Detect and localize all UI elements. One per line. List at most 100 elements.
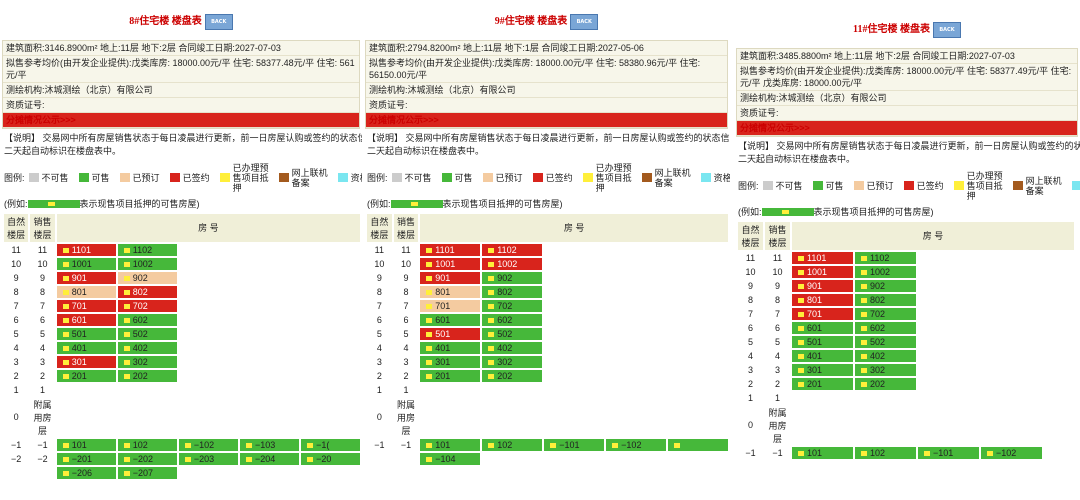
room-cell[interactable]: 1002 [482,257,543,270]
room-cell[interactable]: 202 [855,377,916,390]
status-notice: 【说明】 交易网中所有房屋销售状态于每日凌晨进行更新，前一日房屋认购或签约的状态… [0,129,362,161]
room-cell[interactable]: 501 [420,327,481,340]
room-cell[interactable]: 502 [482,327,543,340]
room-cell[interactable]: 601 [792,321,853,334]
room-cell[interactable]: −204 [239,452,300,465]
room-cell[interactable]: 402 [855,349,916,362]
sale-floor-number: 8 [40,286,46,297]
room-cell[interactable]: −101 [918,446,979,459]
room-cell[interactable]: 702 [482,299,543,312]
room-cell[interactable]: 701 [56,299,116,312]
room-cell[interactable]: 1102 [855,251,916,264]
room-cell[interactable]: −102 [981,446,1042,459]
room-cell[interactable]: 102 [855,446,916,459]
sale-floor-number: 6 [40,314,46,325]
room-cell[interactable]: 801 [792,293,853,306]
room-cell[interactable]: 401 [792,349,853,362]
room-cell[interactable]: 201 [420,369,481,382]
room-cell[interactable]: 1101 [56,243,116,256]
room-cell[interactable]: 901 [792,279,853,292]
room-cell[interactable]: 501 [56,327,116,340]
room-cell[interactable]: 402 [482,341,543,354]
room-cell[interactable]: 1102 [482,243,543,256]
room-cell[interactable]: 101 [420,438,481,451]
room-cell[interactable]: 802 [117,285,177,298]
room-cell[interactable]: 102 [482,438,543,451]
room-cell[interactable]: 101 [792,446,853,459]
room-cell[interactable]: 101 [56,438,116,451]
room-cell[interactable]: 1002 [855,265,916,278]
room-cell[interactable]: 402 [117,341,177,354]
room-cell[interactable]: 401 [420,341,481,354]
room-cell[interactable]: 1001 [56,257,116,270]
natural-floor-number: 3 [747,364,753,375]
room-cell[interactable]: 901 [420,271,481,284]
room-cell[interactable]: −102 [178,438,238,451]
room-cell[interactable]: 102 [117,438,177,451]
room-cell[interactable]: 902 [855,279,916,292]
room-cell[interactable]: 701 [792,307,853,320]
room-cell[interactable]: 702 [117,299,177,312]
room-cell[interactable]: −202 [117,452,177,465]
room-cell[interactable]: −102 [606,438,667,451]
room-cell[interactable]: −1( [301,438,360,451]
floor-row: 7 7 701 702 [4,299,360,312]
room-cell[interactable]: −103 [239,438,300,451]
room-cell[interactable]: 302 [855,363,916,376]
allocation-notice-link[interactable]: 分摊情况公示>>> [3,112,359,128]
room-cell[interactable]: 602 [482,313,543,326]
room-number: −204 [254,453,276,464]
back-icon[interactable]: BACK [932,21,961,38]
room-cell[interactable]: −101 [544,438,605,451]
room-cell[interactable]: 802 [855,293,916,306]
room-cell[interactable]: 702 [855,307,916,320]
room-cell[interactable]: 801 [56,285,116,298]
room-cell[interactable]: −104 [420,452,481,465]
room-cell[interactable]: 302 [482,355,543,368]
room-cell[interactable]: 1101 [420,243,481,256]
legend-swatch [1012,181,1023,191]
room-cell[interactable]: 802 [482,285,543,298]
header-natural-floor: 自然楼层 [367,213,392,242]
room-cell[interactable]: 801 [420,285,481,298]
room-cell[interactable]: 1002 [117,257,177,270]
natural-floor-number: 2 [376,370,382,381]
room-cell[interactable]: 401 [56,341,116,354]
room-cell[interactable]: −206 [56,466,116,479]
room-cell[interactable]: 602 [117,313,177,326]
room-cell[interactable]: 1001 [420,257,481,270]
room-cell[interactable]: 502 [855,335,916,348]
room-cell[interactable] [668,438,728,451]
room-cell[interactable]: 502 [117,327,177,340]
room-cell[interactable]: 1102 [117,243,177,256]
room-cell[interactable]: 201 [792,377,853,390]
allocation-notice-link[interactable]: 分摊情况公示>>> [737,120,1077,136]
floor-row: 7 7 701 702 [738,307,1074,320]
room-cell[interactable]: 1101 [792,251,853,264]
room-cell[interactable]: 202 [117,369,177,382]
room-cell[interactable]: 301 [792,363,853,376]
room-cell[interactable]: 701 [420,299,481,312]
room-cell[interactable]: 601 [56,313,116,326]
room-cell[interactable]: 601 [420,313,481,326]
room-cell[interactable]: 202 [482,369,543,382]
room-cell[interactable]: 1001 [792,265,853,278]
room-cell[interactable]: −207 [117,466,177,479]
room-cell[interactable]: 201 [56,369,116,382]
room-cell[interactable]: 301 [56,355,116,368]
room-cell[interactable]: 302 [117,355,177,368]
room-cell[interactable]: 902 [482,271,543,284]
back-icon[interactable]: BACK [570,13,599,30]
room-cell[interactable]: 501 [792,335,853,348]
allocation-notice-link[interactable]: 分摊情况公示>>> [366,112,727,128]
room-cell[interactable]: 602 [855,321,916,334]
legend-text: 资格中 [713,173,730,184]
room-number: 901 [71,272,87,283]
room-cell[interactable]: −203 [178,452,238,465]
room-cell[interactable]: 902 [117,271,177,284]
room-cell[interactable]: 901 [56,271,116,284]
room-cell[interactable]: −201 [56,452,116,465]
back-icon[interactable]: BACK [204,13,233,30]
room-cell[interactable]: −20 [301,452,360,465]
room-cell[interactable]: 301 [420,355,481,368]
